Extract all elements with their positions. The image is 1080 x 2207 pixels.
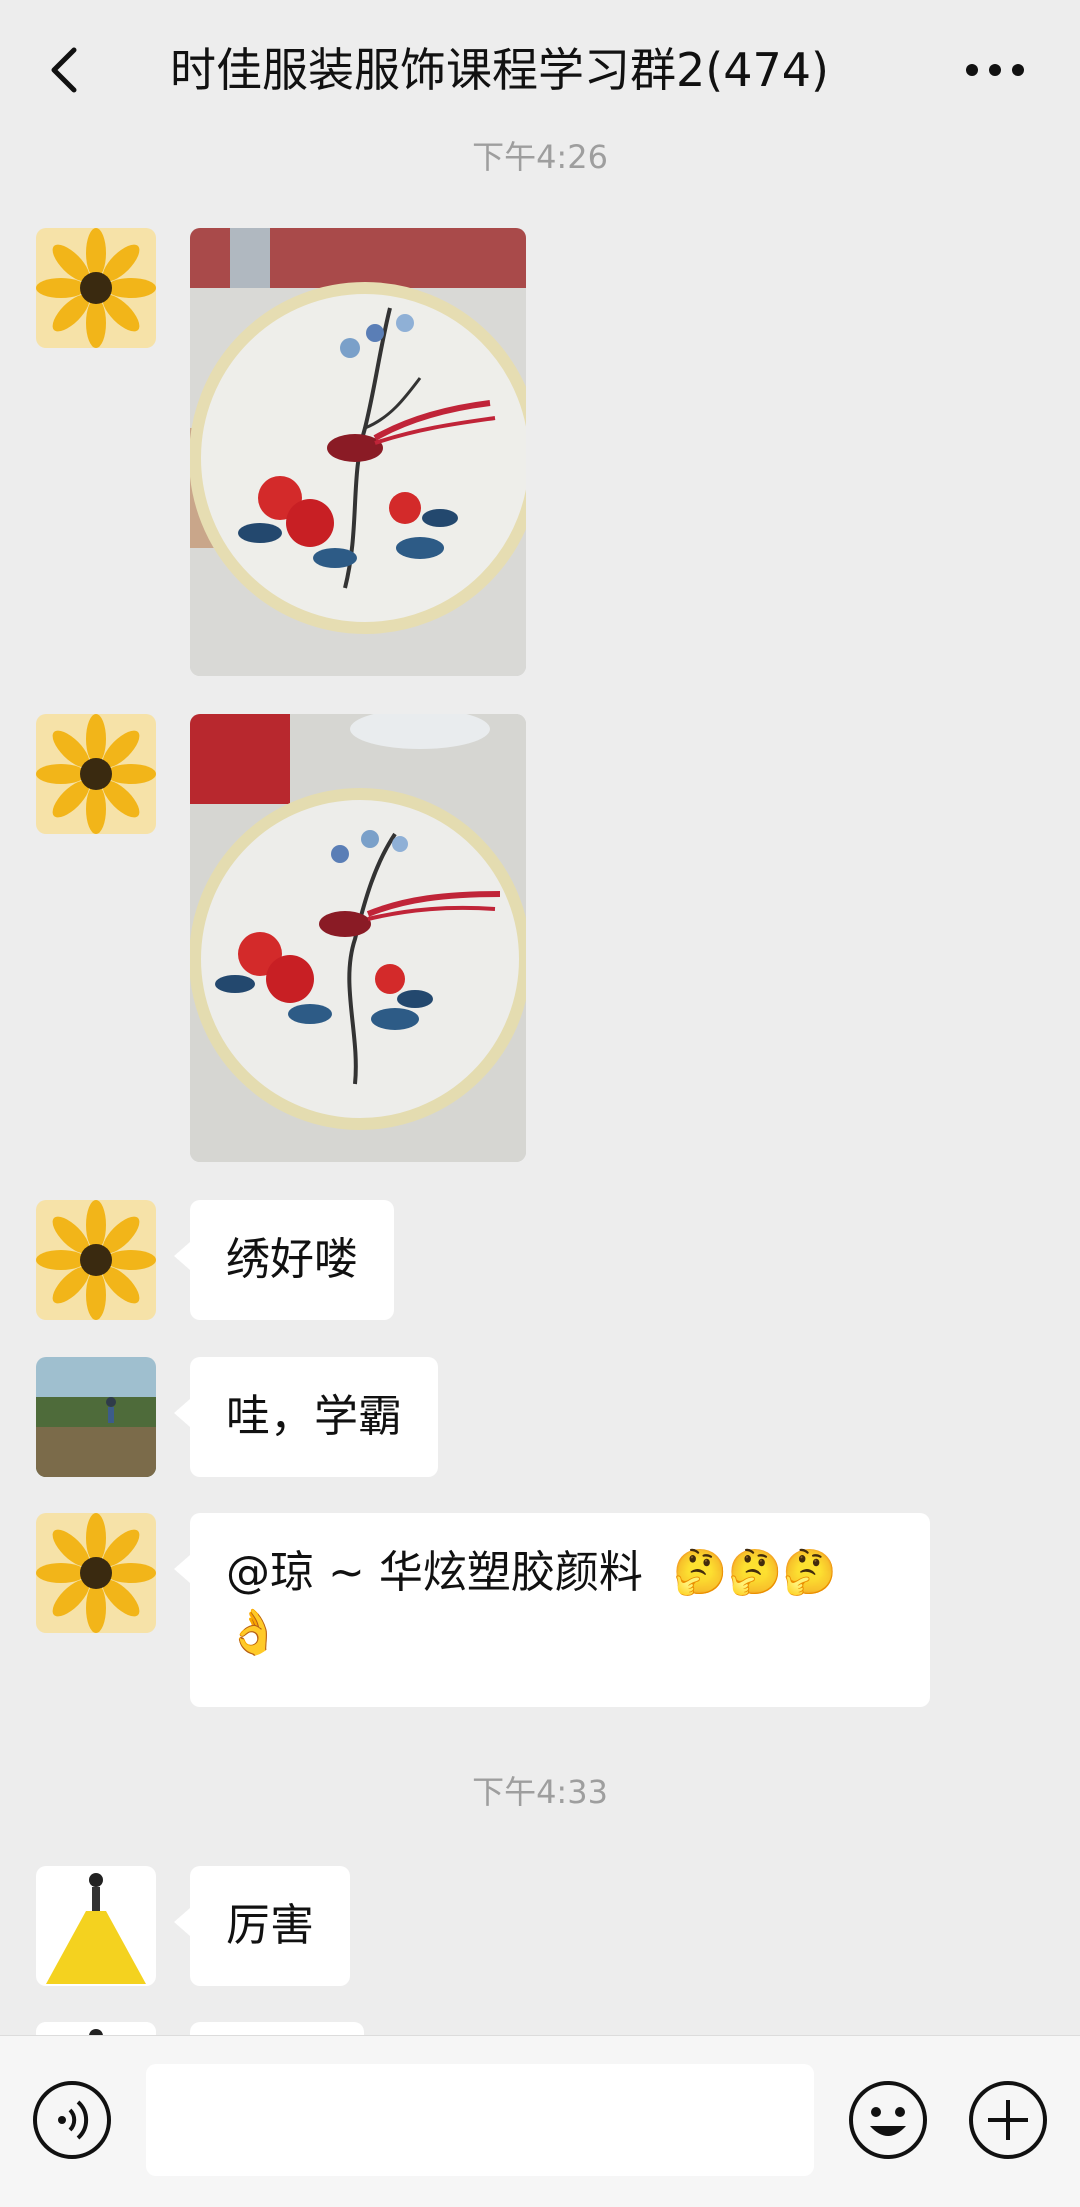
avatar[interactable] (36, 1866, 156, 1986)
emoji-button[interactable] (846, 2078, 930, 2162)
avatar[interactable] (36, 2022, 156, 2035)
top-bar: 时佳服装服饰课程学习群2(474) (0, 0, 1080, 140)
message-bubble[interactable]: 厉害 (174, 1866, 350, 1986)
embroidery-image (190, 714, 526, 1162)
timestamp: 下午4:26 (472, 140, 608, 176)
emoji-icon (849, 2081, 927, 2159)
message-bubble[interactable]: 绣好喽 (174, 1200, 394, 1320)
back-button[interactable] (36, 38, 100, 102)
sunflower-avatar-icon (36, 1200, 156, 1320)
avatar[interactable] (36, 1200, 156, 1320)
voice-button[interactable] (30, 2078, 114, 2162)
embroidery-photo[interactable] (190, 228, 526, 676)
message-input[interactable] (146, 2064, 814, 2176)
sunflower-avatar-icon (36, 1513, 156, 1633)
voice-icon (33, 2081, 111, 2159)
chat-area[interactable]: 下午4:26 绣好喽 哇，学霸 @琼 ~ 华炫塑胶颜料 🤔🤔🤔 👌 下午4:33… (0, 140, 1080, 2035)
avatar[interactable] (36, 1513, 156, 1633)
thinking-emoji: 🤔🤔🤔 (672, 1547, 838, 1598)
dress-avatar-icon (36, 2022, 156, 2035)
more-button[interactable] (960, 38, 1030, 102)
message-bubble[interactable] (190, 2022, 364, 2035)
message-text: 厉害 (226, 1900, 314, 1951)
plus-icon (969, 2081, 1047, 2159)
message-bubble[interactable]: @琼 ~ 华炫塑胶颜料 🤔🤔🤔 👌 (174, 1513, 930, 1707)
avatar[interactable] (36, 714, 156, 834)
timestamp: 下午4:33 (472, 1773, 608, 1811)
message-text: 绣好喽 (226, 1234, 358, 1285)
embroidery-image (190, 228, 526, 676)
input-bar (0, 2035, 1080, 2207)
message-text: @琼 ~ 华炫塑胶颜料 (226, 1547, 643, 1598)
dress-avatar-icon (36, 1866, 156, 1986)
more-dots-icon (966, 64, 1024, 76)
chat-title: 时佳服装服饰课程学习群2(474) (170, 43, 829, 97)
sunflower-avatar-icon (36, 714, 156, 834)
ok-hand-emoji: 👌 (226, 1607, 281, 1658)
message-text: 哇，学霸 (226, 1391, 402, 1442)
chevron-left-icon (51, 47, 77, 93)
message-bubble[interactable]: 哇，学霸 (174, 1357, 438, 1477)
avatar[interactable] (36, 1357, 156, 1477)
landscape-avatar-icon (36, 1357, 156, 1477)
plus-button[interactable] (966, 2078, 1050, 2162)
sunflower-avatar-icon (36, 228, 156, 348)
embroidery-photo[interactable] (190, 714, 526, 1162)
avatar[interactable] (36, 228, 156, 348)
